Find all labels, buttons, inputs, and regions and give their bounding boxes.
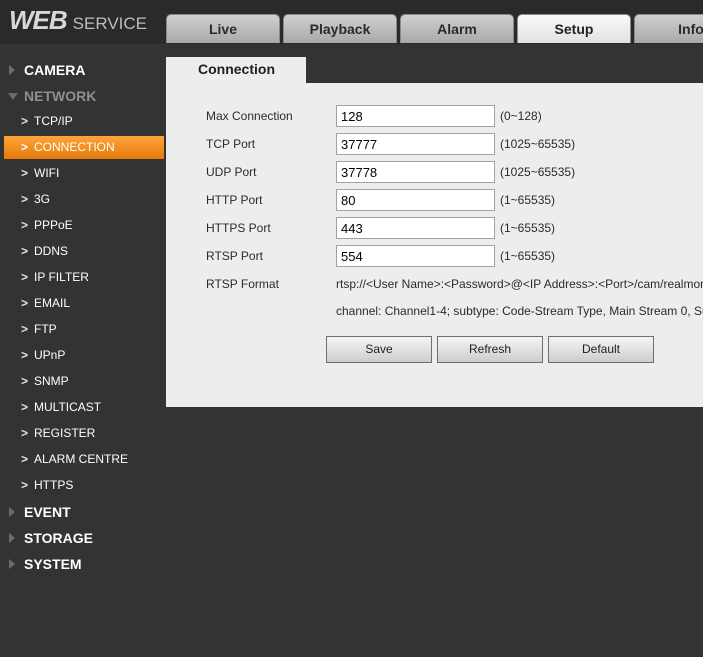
chevron-right-icon: > [21, 244, 29, 258]
chevron-right-icon: > [21, 400, 29, 414]
tab-setup[interactable]: Setup [517, 14, 631, 43]
sidebar-item-label: 3G [34, 192, 51, 206]
sidebar-item-label: REGISTER [34, 426, 96, 440]
sidebar-item-pppoe[interactable]: > PPPoE [0, 214, 164, 237]
sidebar-item-label: IP FILTER [34, 270, 89, 284]
default-button[interactable]: Default [548, 336, 654, 363]
sidebar-item-connection[interactable]: > CONNECTION [4, 136, 164, 159]
sidebar-item-label: MULTICAST [34, 400, 102, 414]
sidebar-item-label: CONNECTION [34, 140, 115, 154]
chevron-right-icon: > [21, 192, 29, 206]
https-port-range: (1~65535) [500, 221, 556, 235]
sidebar-item-label: PPPoE [34, 218, 73, 232]
tcp-port-label: TCP Port [206, 137, 256, 151]
caret-right-icon [9, 65, 15, 75]
caret-down-icon [8, 93, 18, 100]
sidebar-item-ftp[interactable]: > FTP [0, 318, 164, 341]
caret-right-icon [9, 507, 15, 517]
sidebar-item-label: SNMP [34, 374, 69, 388]
tcp-port-input[interactable] [336, 133, 495, 155]
refresh-button[interactable]: Refresh [437, 336, 543, 363]
tcp-port-range: (1025~65535) [500, 137, 576, 151]
udp-port-label: UDP Port [206, 165, 257, 179]
sidebar-category-event[interactable]: EVENT [0, 500, 164, 524]
rtsp-port-label: RTSP Port [206, 249, 263, 263]
udp-port-range: (1025~65535) [500, 165, 576, 179]
udp-port-input[interactable] [336, 161, 495, 183]
sidebar-item-label: HTTPS [34, 478, 74, 492]
chevron-right-icon: > [21, 348, 29, 362]
tab-live[interactable]: Live [166, 14, 280, 43]
tab-alarm[interactable]: Alarm [400, 14, 514, 43]
chevron-right-icon: > [21, 166, 29, 180]
chevron-right-icon: > [21, 270, 29, 284]
sidebar-item-label: EMAIL [34, 296, 71, 310]
content-tab-connection[interactable]: Connection [166, 57, 306, 84]
sidebar-category-label: NETWORK [24, 88, 97, 104]
logo-service-text: SERVICE [72, 14, 147, 33]
sidebar-category-network[interactable]: NETWORK [0, 84, 164, 108]
max-connection-input[interactable] [336, 105, 495, 127]
rtsp-format-description: channel: Channel1-4; subtype: Code-Strea… [336, 304, 703, 318]
web-service-logo: WEB SERVICE [9, 5, 147, 39]
chevron-right-icon: > [21, 374, 29, 388]
max-connection-range: (0~128) [500, 109, 542, 123]
caret-right-icon [9, 559, 15, 569]
sidebar-item-label: WIFI [34, 166, 60, 180]
sidebar-item-tcpip[interactable]: > TCP/IP [0, 110, 164, 133]
chevron-right-icon: > [21, 426, 29, 440]
chevron-right-icon: > [21, 140, 29, 154]
rtsp-port-range: (1~65535) [500, 249, 556, 263]
https-port-input[interactable] [336, 217, 495, 239]
http-port-label: HTTP Port [206, 193, 263, 207]
rtsp-format-label: RTSP Format [206, 277, 279, 291]
sidebar-category-label: CAMERA [24, 62, 86, 78]
sidebar-category-label: SYSTEM [24, 556, 82, 572]
sidebar-item-label: DDNS [34, 244, 69, 258]
tab-playback[interactable]: Playback [283, 14, 397, 43]
web-service-app: WEB SERVICE Live Playback Alarm Setup Inf… [0, 0, 703, 657]
rtsp-format-url: rtsp://<User Name>:<Password>@<IP Addres… [336, 277, 703, 291]
header-bar: WEB SERVICE Live Playback Alarm Setup Inf… [0, 0, 703, 44]
rtsp-port-input[interactable] [336, 245, 495, 267]
sidebar-item-alarm-centre[interactable]: > ALARM CENTRE [0, 448, 164, 471]
sidebar-item-https[interactable]: > HTTPS [0, 474, 164, 497]
sidebar-item-multicast[interactable]: > MULTICAST [0, 396, 164, 419]
sidebar-item-ip-filter[interactable]: > IP FILTER [0, 266, 164, 289]
sidebar-item-email[interactable]: > EMAIL [0, 292, 164, 315]
sidebar-item-label: ALARM CENTRE [34, 452, 129, 466]
tab-info[interactable]: Info [634, 14, 703, 43]
https-port-label: HTTPS Port [206, 221, 271, 235]
sidebar-nav: CAMERA NETWORK > TCP/IP > CONNECTION > W… [0, 44, 164, 657]
sidebar-category-system[interactable]: SYSTEM [0, 552, 164, 576]
sidebar-category-label: EVENT [24, 504, 71, 520]
sidebar-category-storage[interactable]: STORAGE [0, 526, 164, 550]
http-port-input[interactable] [336, 189, 495, 211]
sidebar-item-upnp[interactable]: > UPnP [0, 344, 164, 367]
chevron-right-icon: > [21, 296, 29, 310]
chevron-right-icon: > [21, 218, 29, 232]
chevron-right-icon: > [21, 114, 29, 128]
logo-web-text: WEB [9, 5, 68, 35]
http-port-range: (1~65535) [500, 193, 556, 207]
sidebar-category-camera[interactable]: CAMERA [0, 58, 164, 82]
sidebar-item-snmp[interactable]: > SNMP [0, 370, 164, 393]
chevron-right-icon: > [21, 452, 29, 466]
sidebar-item-wifi[interactable]: > WIFI [0, 162, 164, 185]
max-connection-label: Max Connection [206, 109, 293, 123]
sidebar-item-label: FTP [34, 322, 57, 336]
sidebar-item-label: TCP/IP [34, 114, 73, 128]
sidebar-item-label: UPnP [34, 348, 66, 362]
connection-settings-panel: Max Connection (0~128) TCP Port (1025~65… [166, 83, 703, 407]
chevron-right-icon: > [21, 478, 29, 492]
chevron-right-icon: > [21, 322, 29, 336]
sidebar-item-3g[interactable]: > 3G [0, 188, 164, 211]
caret-right-icon [9, 533, 15, 543]
sidebar-item-register[interactable]: > REGISTER [0, 422, 164, 445]
save-button[interactable]: Save [326, 336, 432, 363]
sidebar-item-ddns[interactable]: > DDNS [0, 240, 164, 263]
sidebar-category-label: STORAGE [24, 530, 93, 546]
